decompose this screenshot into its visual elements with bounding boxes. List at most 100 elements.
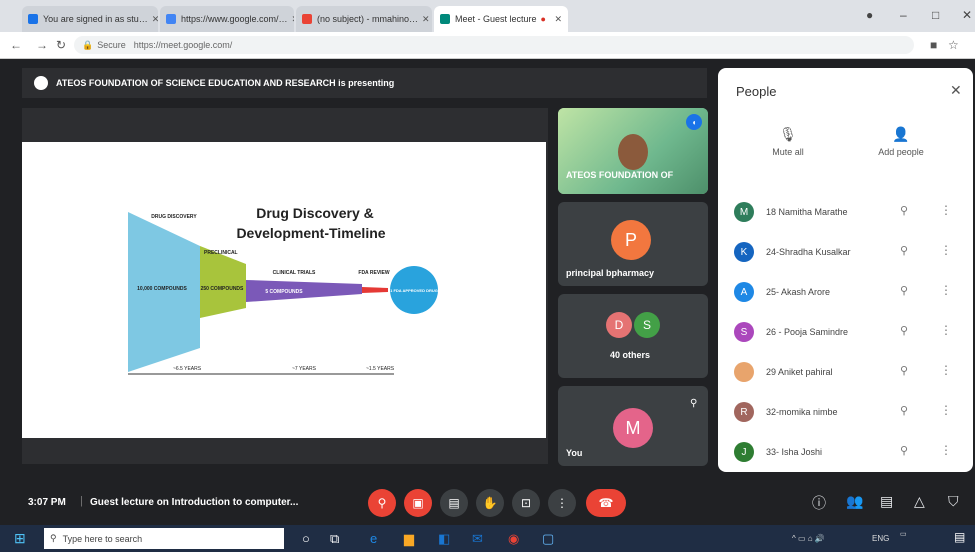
participant-tile-principal[interactable]: P principal bpharmacy [558,202,708,286]
edge-icon[interactable]: e [370,531,377,546]
present-button[interactable]: ⊡ [512,489,540,517]
taskbar-search-input[interactable]: ⚲ Type here to search [44,528,284,549]
tab-title: https://www.google.com/… [181,14,288,24]
lock-icon: 🔒 [82,39,94,50]
inner-label-clinical: 5 COMPOUNDS [265,289,303,295]
more-options-icon[interactable]: ⋮ [940,443,952,457]
browser-tab-2[interactable]: https://www.google.com/… ✕ [160,6,294,32]
mute-icon[interactable]: ⚲ [900,324,908,337]
mute-all-button[interactable]: 🎙 Mute all [758,126,818,157]
mute-icon[interactable]: ⚲ [900,204,908,217]
camera-toggle-button[interactable]: ▣ [404,489,432,517]
close-icon[interactable]: ✕ [418,14,430,25]
raise-hand-button[interactable]: ✋ [476,489,504,517]
presentation-slide: Drug Discovery & Development-Timeline DR… [22,142,546,438]
host-controls-icon[interactable]: ⛉ [948,493,959,510]
mute-icon[interactable]: ⚲ [900,364,908,377]
info-icon[interactable]: ⓘ [812,493,826,513]
people-icon[interactable]: 👥 [846,493,863,510]
close-icon[interactable]: ✕ [148,14,158,25]
participant-row[interactable]: R 32-momika nimbe ⚲ ⋮ [718,394,973,432]
browser-tab-1[interactable]: You are signed in as stu… ✕ [22,6,158,32]
more-options-button[interactable]: ⋮ [548,489,576,517]
clock[interactable]: ▭ [900,530,907,538]
stage-label-review: FDA REVIEW [358,270,389,276]
chat-icon[interactable]: ▤ [880,493,893,510]
close-icon[interactable]: ✕ [288,14,294,25]
people-title: People [736,84,777,99]
store-icon[interactable]: ◧ [438,531,450,547]
more-options-icon[interactable]: ⋮ [940,403,952,417]
participant-name: 33- Isha Joshi [766,447,823,457]
task-view-icon[interactable]: ⧉ [330,531,339,547]
more-options-icon[interactable]: ⋮ [940,323,952,337]
captions-button[interactable]: ▤ [440,489,468,517]
participant-row[interactable]: J 33- Isha Joshi ⚲ ⋮ [718,434,973,472]
inner-label-approved: 1 FDA APPROVED DRUG [390,288,438,293]
star-icon[interactable]: ☆ [948,38,959,52]
browser-tab-bar: You are signed in as stu… ✕ https://www.… [0,0,975,32]
participant-row[interactable]: M 18 Namitha Marathe ⚲ ⋮ [718,194,973,232]
participant-row[interactable]: A 25- Akash Arore ⚲ ⋮ [718,274,973,312]
presenter-tile[interactable]: ◖ ATEOS FOUNDATION OF [558,108,708,194]
mic-toggle-button[interactable]: ⚲ [368,489,396,517]
windows-start-icon[interactable]: ⊞ [14,530,26,547]
more-options-icon[interactable]: ⋮ [940,203,952,217]
stage-label-discovery: DRUG DISCOVERY [151,214,197,220]
url-input[interactable]: 🔒 Secure https://meet.google.com/ [74,36,914,54]
mute-icon[interactable]: ⚲ [900,444,908,457]
search-icon: ⚲ [50,533,57,543]
browser-tab-4[interactable]: Meet - Guest lecture ● ✕ [434,6,568,32]
notifications-icon[interactable]: ▤ [954,530,965,544]
address-bar: ← → ↻ 🔒 Secure https://meet.google.com/ … [0,32,975,59]
system-tray-icons[interactable]: ^ ▭ ⌂ 🔊 [792,534,825,543]
url-text: https://meet.google.com/ [133,40,233,50]
chrome-icon[interactable]: ◉ [508,531,519,547]
account-icon[interactable]: ● [866,8,873,22]
meeting-control-bar: 3:07 PM | Guest lecture on Introduction … [0,479,975,525]
slide-title-line1: Drug Discovery & [256,205,373,221]
browser-tab-3[interactable]: (no subject) - mmahino… ✕ [296,6,432,32]
close-panel-icon[interactable]: ✕ [950,82,962,99]
mic-off-icon: ⚲ [377,496,387,510]
activities-icon[interactable]: △ [914,493,925,510]
close-icon[interactable]: ✕ [550,14,562,25]
secure-label: Secure [97,40,126,50]
maximize-icon[interactable]: □ [932,8,939,22]
add-people-label: Add people [878,147,924,157]
close-window-icon[interactable]: ✕ [962,8,972,22]
mail-icon[interactable]: ✉ [472,531,483,547]
avatar: D [606,312,632,338]
more-options-icon[interactable]: ⋮ [940,283,952,297]
file-explorer-icon[interactable]: ▆ [404,531,414,547]
add-people-button[interactable]: 👤 Add people [866,126,936,157]
avatar: S [734,322,754,342]
more-options-icon[interactable]: ⋮ [940,243,952,257]
camera-icon[interactable]: ■ [930,38,937,52]
back-icon[interactable]: ← [10,38,22,52]
avatar: A [734,282,754,302]
mute-icon[interactable]: ⚲ [900,244,908,257]
presenting-text: ATEOS FOUNDATION OF SCIENCE EDUCATION AN… [56,78,395,88]
leave-call-button[interactable]: ☎ [586,489,626,517]
participant-row[interactable]: S 26 - Pooja Samindre ⚲ ⋮ [718,314,973,352]
participant-name: principal bpharmacy [566,268,655,278]
avatar: R [734,402,754,422]
tab-title: You are signed in as stu… [43,14,148,24]
self-tile[interactable]: M ⚲ You [558,386,708,466]
forward-icon[interactable]: → [36,38,48,52]
hang-up-icon: ☎ [598,496,614,510]
app-icon[interactable]: ▢ [542,531,554,547]
reload-icon[interactable]: ↻ [56,38,66,52]
more-options-icon[interactable]: ⋮ [940,363,952,377]
language-indicator[interactable]: ENG [872,534,889,543]
participant-tile-others[interactable]: D S 40 others [558,294,708,378]
minimize-icon[interactable]: – [900,8,907,22]
participant-row[interactable]: K 24-Shradha Kusalkar ⚲ ⋮ [718,234,973,272]
mute-icon[interactable]: ⚲ [900,404,908,417]
participant-name: 24-Shradha Kusalkar [766,247,851,257]
mute-icon[interactable]: ⚲ [900,284,908,297]
participant-row[interactable]: 29 Aniket pahiral ⚲ ⋮ [718,354,973,392]
cortana-icon[interactable]: ○ [302,531,310,546]
more-options-icon: ⋮ [556,496,568,510]
